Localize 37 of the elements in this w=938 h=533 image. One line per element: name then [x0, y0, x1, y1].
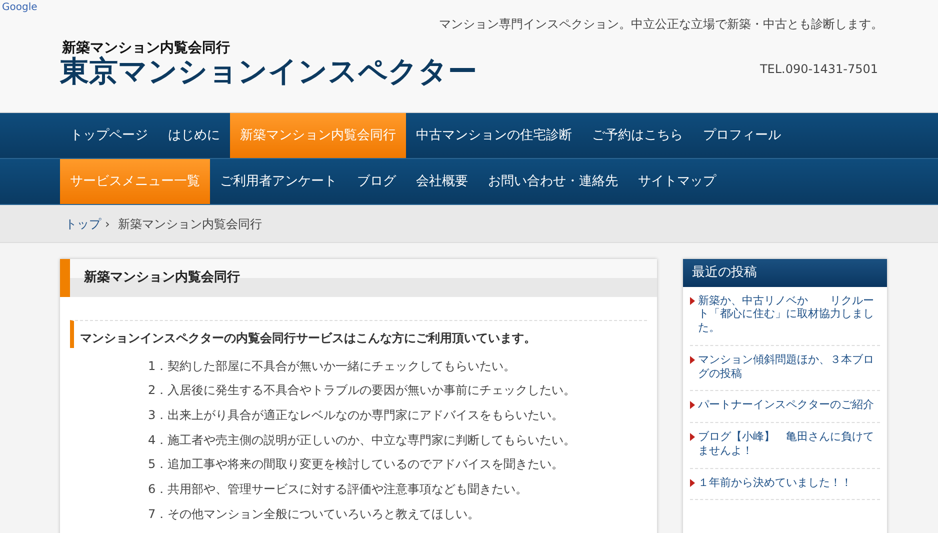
nav-link[interactable]: サイトマップ — [628, 159, 726, 204]
bullet-icon — [690, 433, 695, 441]
google-label: Google — [2, 1, 38, 15]
nav-link[interactable]: はじめに — [158, 113, 230, 158]
list-item: 4．施工者や売主側の説明が正しいのか、中立な専門家に判断してもらいたい。 — [148, 432, 577, 449]
breadcrumb-current: 新築マンション内覧会同行 — [118, 216, 262, 232]
nav-link[interactable]: トップページ — [60, 113, 158, 158]
card-title: 新築マンション内覧会同行 — [60, 259, 657, 296]
list-item: 7．その他マンション全般についていろいろと教えてほしい。 — [148, 506, 481, 523]
nav-link[interactable]: ご予約はこちら — [582, 113, 693, 158]
site-subtitle: 新築マンション内覧会同行 — [62, 38, 230, 56]
bullet-icon — [690, 401, 695, 410]
section-heading: マンションインスペクターの内覧会同行サービスはこんな方にご利用頂いています。 — [70, 320, 647, 348]
bullet-icon — [690, 478, 695, 486]
breadcrumb-separator: › — [105, 216, 110, 232]
site-tagline: マンション専門インスペクション。中立公正な立場で新築・中古とも診断します。 — [439, 16, 883, 33]
list-item: 1．契約した部屋に不具合が無いか一緒にチェックしてもらいたい。 — [148, 358, 517, 374]
phone-number: TEL.090-1431-7501 — [760, 61, 878, 78]
nav-link[interactable]: ブログ — [347, 159, 406, 204]
sidebar-title: 最近の投稿 — [683, 259, 887, 286]
list-item: 3．出来上がり具合が適正なレベルなのか専門家にアドバイスをもらいたい。 — [148, 406, 565, 424]
post-link[interactable]: マンション傾斜問題ほか、３本ブログの投稿 — [698, 352, 880, 380]
list-item: 6．共用部や、管理サービスに対する評価や注意事項なども聞きたい。 — [148, 481, 529, 498]
post-link[interactable]: パートナーインスペクターのご紹介 — [698, 398, 874, 412]
nav-link[interactable]: 中古マンションの住宅診断 — [406, 113, 582, 158]
list-item: 5．追加工事や将来の間取り変更を検討しているのでアドバイスを聞きたい。 — [148, 456, 565, 474]
nav-link[interactable]: 会社概要 — [406, 159, 478, 204]
list-item: 2．入居後に発生する不具合やトラブルの要因が無いか事前にチェックしたい。 — [148, 382, 577, 400]
nav-link[interactable]: ご利用者アンケート — [210, 159, 347, 204]
post-link[interactable]: １年前から決めていました！！ — [698, 476, 852, 490]
post-link[interactable]: ブログ【小峰】 亀田さんに負けてませんよ！ — [698, 430, 880, 458]
post-link[interactable]: 新築か、中古リノベか リクルート「都心に住む」に取材協力しました。 — [698, 294, 880, 335]
bullet-icon — [690, 356, 695, 364]
nav-link[interactable]: プロフィール — [693, 113, 791, 158]
nav-link[interactable]: お問い合わせ・連絡先 — [478, 159, 628, 204]
breadcrumb-link[interactable]: トップ — [65, 214, 101, 232]
bullet-icon — [690, 296, 695, 304]
